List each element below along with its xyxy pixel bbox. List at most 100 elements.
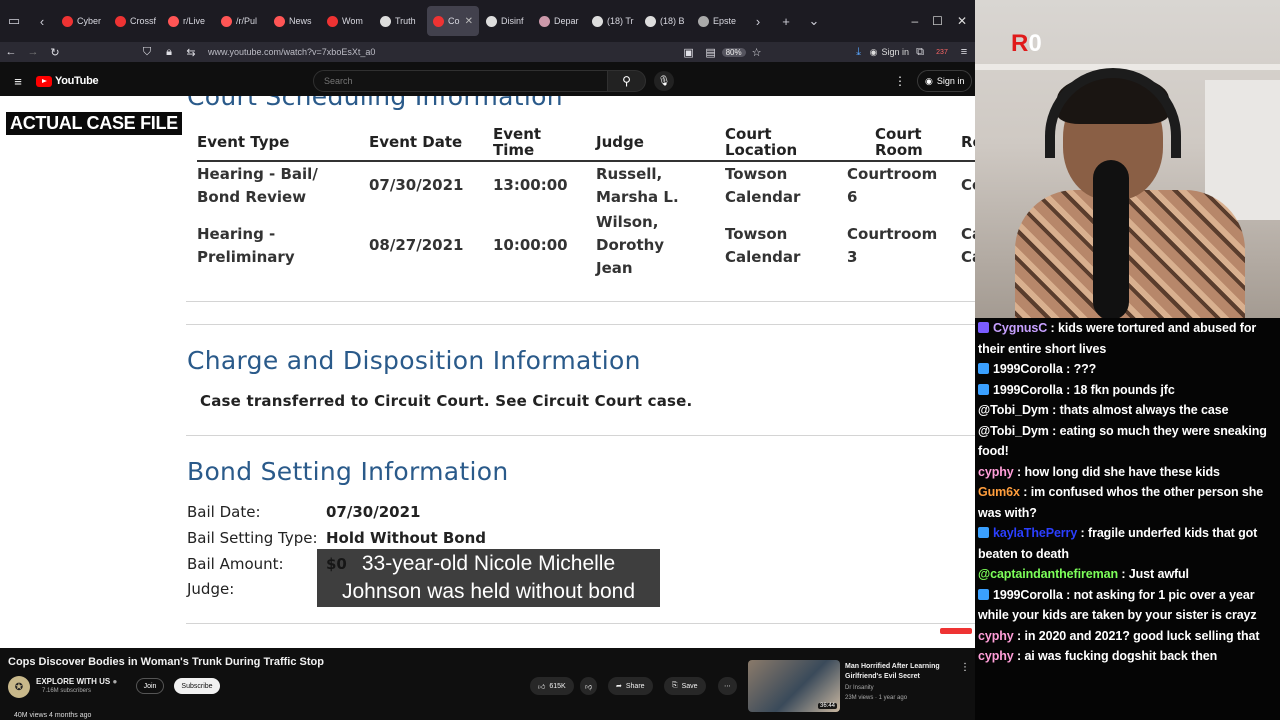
forward-icon[interactable]: → [22, 46, 44, 58]
tab-label: Co [448, 16, 460, 26]
pip-icon[interactable]: ▣ [678, 46, 700, 59]
like-count: 615K [549, 682, 566, 690]
back-icon[interactable]: ← [0, 46, 22, 58]
reader-icon[interactable]: ▤ [700, 46, 722, 59]
chat-username[interactable]: @Tobi_Dym [978, 403, 1049, 417]
minimize-icon[interactable]: – [911, 14, 918, 28]
channel-name[interactable]: EXPLORE WITH US ● [36, 677, 117, 686]
th-court-room: Court Room [875, 125, 923, 159]
chat-separator: : [1077, 526, 1088, 540]
browser-tab[interactable]: News [268, 6, 320, 36]
channel-avatar[interactable]: ✪ [8, 676, 30, 698]
recommended-more-icon[interactable]: ⋮ [960, 662, 970, 673]
bail-type-value: Hold Without Bond [326, 529, 487, 547]
bookmark-star-icon[interactable]: ☆ [746, 46, 768, 59]
chat-username[interactable]: Gum6x [978, 485, 1020, 499]
menu-icon[interactable]: ≡ [953, 46, 975, 58]
charge-heading: Charge and Disposition Information [187, 346, 641, 375]
subscribe-button[interactable]: Subscribe [174, 678, 220, 694]
browser-tab[interactable]: Disinf [480, 6, 532, 36]
browser-tab[interactable]: Crossf [109, 6, 161, 36]
search-input[interactable] [313, 70, 608, 92]
permissions-icon[interactable]: ⇆ [180, 46, 202, 59]
browser-tab[interactable]: Depar [533, 6, 585, 36]
tab-label: Disinf [501, 16, 524, 26]
recommended-thumbnail[interactable]: 36:44 [748, 660, 840, 712]
chat-username[interactable]: 1999Corolla [993, 383, 1063, 397]
tab-favicon-icon [327, 15, 338, 27]
reload-icon[interactable]: ↻ [44, 46, 66, 59]
chat-username[interactable]: cyphy [978, 629, 1014, 643]
ublock-icon[interactable]: 237 [931, 49, 953, 56]
shield-icon[interactable]: ⛉ [136, 46, 158, 59]
close-tab-icon[interactable]: ✕ [465, 16, 473, 27]
chat-username[interactable]: cyphy [978, 465, 1014, 479]
browser-tab[interactable]: r/Live [162, 6, 214, 36]
row2-room: Courtroom 3 [847, 225, 938, 266]
recommended-meta: 23M views · 1 year ago [845, 695, 908, 701]
browser-tab[interactable]: /r/Pul [215, 6, 267, 36]
lock-icon[interactable]: 🔒︎ [158, 46, 180, 59]
browser-tab[interactable]: Cyber [56, 6, 108, 36]
scroll-tabs-right-icon[interactable]: › [744, 7, 772, 35]
video-player[interactable]: Court Scheduling Information ACTUAL CASE… [0, 96, 975, 648]
search-button[interactable]: ⚲ [608, 70, 646, 92]
dislike-button[interactable]: 👎︎ [580, 677, 598, 695]
share-button[interactable]: ➦ Share [608, 677, 653, 695]
more-actions-button[interactable]: ⋯ [718, 677, 737, 695]
chat-username[interactable]: CygnusC [993, 321, 1047, 335]
chat-message: cyphy : ai was fucking dogshit back then [978, 646, 1277, 667]
browser-tab[interactable]: Co ✕ [427, 6, 479, 36]
bail-judge-label: Judge: [187, 580, 235, 598]
hamburger-icon[interactable]: ≡ [0, 74, 36, 89]
chat-username[interactable]: cyphy [978, 649, 1014, 663]
extensions-icon[interactable]: ⧉ [909, 46, 931, 59]
maximize-icon[interactable]: ☐ [932, 14, 943, 28]
like-button[interactable]: 👍︎ 615K [530, 677, 574, 695]
chat-username[interactable]: @captaindanthefireman [978, 567, 1118, 581]
firefox-signin[interactable]: ◉ Sign in [870, 47, 909, 58]
new-tab-icon[interactable]: + [772, 7, 800, 35]
url-bar[interactable]: www.youtube.com/watch?v=7xboEsXt_a0 [208, 47, 678, 57]
chat-message: @Tobi_Dym : thats almost always the case [978, 400, 1277, 421]
bond-heading: Bond Setting Information [187, 457, 509, 486]
divider-3 [186, 435, 975, 436]
row2-time: 10:00:00 [493, 236, 568, 254]
chat-message: 1999Corolla : 18 fkn pounds jfc [978, 380, 1277, 401]
browser-tab[interactable]: (18) Tr [586, 6, 638, 36]
ublock-count: 237 [936, 48, 948, 56]
scroll-tabs-left-icon[interactable]: ‹ [28, 7, 56, 35]
chat-badge-icon [978, 383, 989, 395]
chat-username[interactable]: kaylaThePerry [993, 526, 1077, 540]
row1-judge: Russell, Marsha L. [596, 165, 679, 206]
microphone-icon [1093, 160, 1129, 318]
browser-tab[interactable]: (18) B [639, 6, 691, 36]
chat-text: thats almost always the case [1059, 403, 1229, 417]
chat-message: @captaindanthefireman : Just awful [978, 564, 1277, 585]
channel-name-text: EXPLORE WITH US [36, 677, 111, 686]
youtube-logo[interactable]: YouTube [36, 75, 99, 87]
recommended-channel[interactable]: Dr Insanity [845, 685, 874, 691]
recommended-title[interactable]: Man Horrified After Learning Girlfriend'… [845, 662, 955, 682]
browser-tab[interactable]: Epste [692, 6, 744, 36]
chat-text: ??? [1073, 362, 1097, 376]
zoom-level[interactable]: 80% [721, 47, 746, 57]
chat-username[interactable]: 1999Corolla [993, 588, 1063, 602]
join-button[interactable]: Join [136, 678, 164, 694]
more-options-icon[interactable]: ⋮ [894, 74, 906, 88]
chat-username[interactable]: @Tobi_Dym [978, 424, 1049, 438]
thumbs-down-icon: 👎︎ [585, 683, 593, 691]
youtube-play-icon [36, 75, 52, 87]
chat-username[interactable]: 1999Corolla [993, 362, 1063, 376]
bail-amount-label: Bail Amount: [187, 555, 284, 573]
voice-search-button[interactable]: 🎙︎ [654, 71, 674, 91]
tab-list-icon[interactable]: ▭ [0, 7, 28, 35]
download-icon[interactable]: ⤓ [848, 46, 870, 59]
browser-tab[interactable]: Truth [374, 6, 426, 36]
close-icon[interactable]: ✕ [957, 14, 967, 28]
youtube-signin-button[interactable]: ◉ Sign in [917, 70, 973, 92]
browser-tab[interactable]: Wom [321, 6, 373, 36]
tab-menu-icon[interactable]: ⌄ [800, 7, 828, 35]
chat-text: Just awful [1128, 567, 1189, 581]
save-button[interactable]: ⎘ Save [664, 677, 706, 695]
